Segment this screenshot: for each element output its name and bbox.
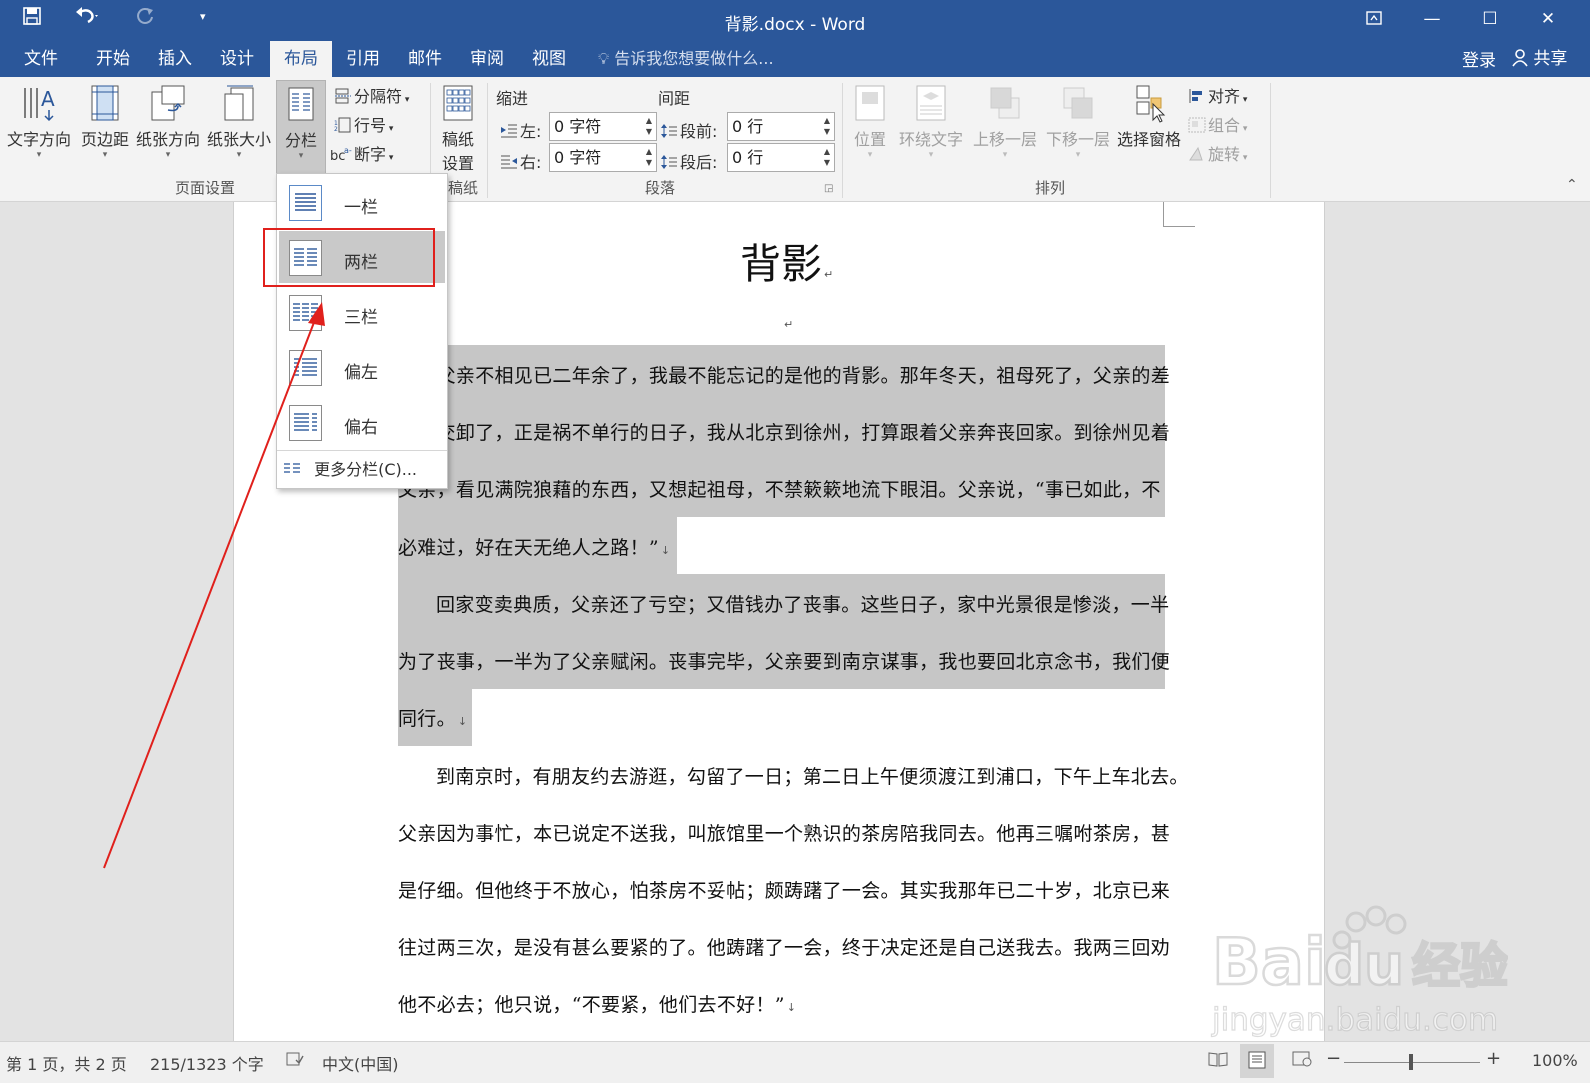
zoom-level[interactable]: 100% — [1532, 1051, 1578, 1070]
status-bar: 第 1 页，共 2 页 215/1323 个字 中文(中国) − + 100% — [0, 1041, 1590, 1083]
page-count[interactable]: 第 1 页，共 2 页 — [6, 1051, 127, 1075]
zoom-out-button[interactable]: − — [1326, 1048, 1341, 1069]
print-layout-icon[interactable] — [1240, 1044, 1274, 1078]
svg-text:Bai: Bai — [1212, 926, 1326, 1000]
read-mode-icon[interactable] — [1208, 1051, 1228, 1071]
zoom-slider-thumb[interactable] — [1409, 1054, 1413, 1070]
baidu-watermark: Bai du 经验 jingyan.baidu.com — [1208, 902, 1509, 1042]
svg-text:经验: 经验 — [1412, 938, 1508, 994]
zoom-in-button[interactable]: + — [1486, 1048, 1501, 1069]
proofing-icon[interactable] — [286, 1051, 304, 1071]
word-count[interactable]: 215/1323 个字 — [150, 1051, 264, 1075]
language-indicator[interactable]: 中文(中国) — [322, 1051, 399, 1075]
svg-text:du: du — [1324, 933, 1404, 998]
web-layout-icon[interactable] — [1292, 1051, 1312, 1071]
svg-text:jingyan.baidu.com: jingyan.baidu.com — [1211, 1002, 1498, 1038]
